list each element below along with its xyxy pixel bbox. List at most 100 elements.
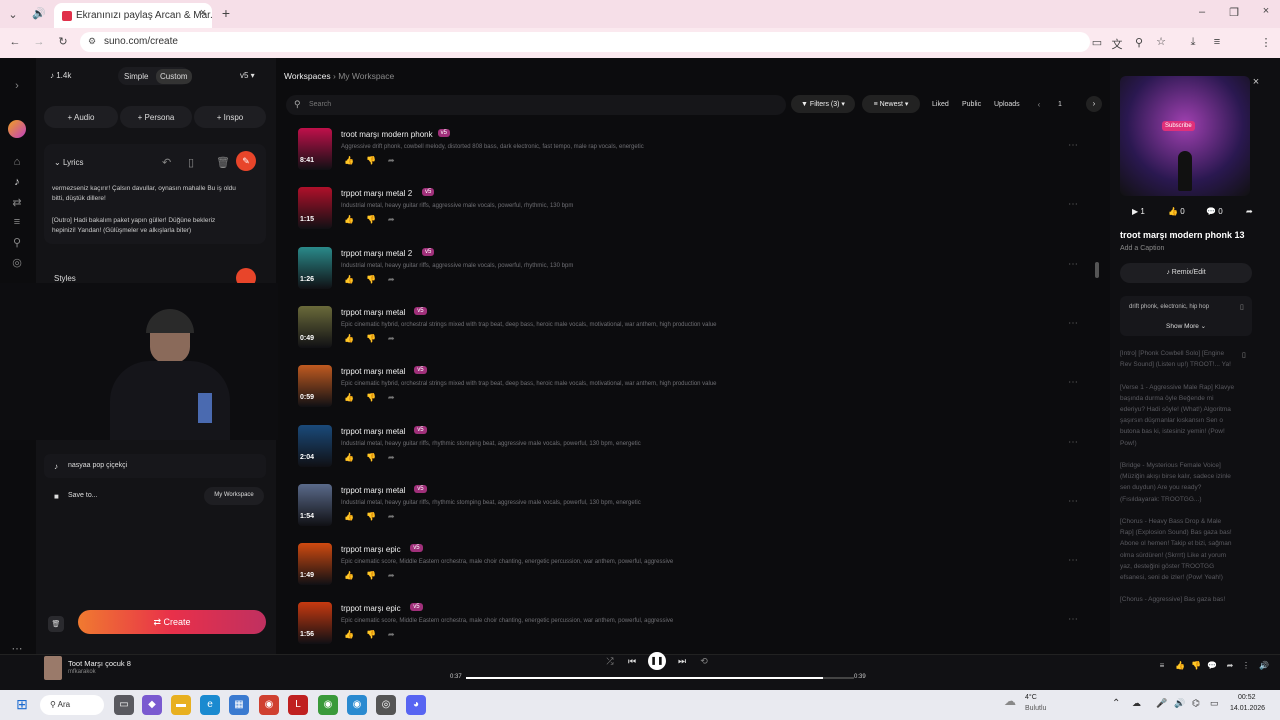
copy-tags-icon[interactable]: ▯ [1240, 303, 1244, 311]
now-playing-cover[interactable] [44, 656, 62, 680]
lyrics-header[interactable]: ⌄ Lyrics [54, 158, 84, 167]
song-row[interactable]: 2:04 trppot marşı metal v5 Industrial metal… [278, 424, 1078, 484]
likes-stat[interactable]: 👍 0 [1168, 207, 1185, 216]
song-row[interactable]: 8:41 troot marşı modern phonk v5 Aggressive… [278, 128, 1078, 187]
liked-filter[interactable]: Liked [932, 101, 949, 108]
chrome-profile-icon[interactable]: ◉ [318, 695, 338, 715]
song-actions[interactable]: 👍👎➦ [344, 156, 407, 165]
copy-lyrics-icon[interactable]: ▯ [1242, 351, 1246, 359]
song-title[interactable]: trppot marşı metal [341, 308, 405, 317]
zoom-icon[interactable]: ⚲ [1132, 36, 1146, 49]
song-row[interactable]: 0:59 trppot marşı metal v5 Epic cinematic h… [278, 365, 1078, 424]
clock-time[interactable]: 00:52 [1238, 694, 1256, 701]
install-icon[interactable]: ▭ [1090, 36, 1104, 49]
mode-simple[interactable]: Simple [124, 72, 148, 81]
translate-icon[interactable]: 文 [1110, 36, 1124, 52]
search-input[interactable]: ⚲ Search [286, 95, 786, 115]
clear-icon[interactable]: 🗑 [48, 616, 64, 632]
edge-icon[interactable]: e [200, 695, 220, 715]
app-l-icon[interactable]: L [288, 695, 308, 715]
song-title[interactable]: trppot marşı epic [341, 545, 401, 554]
song-row[interactable]: 1:15 trppot marşı metal 2 v5 Industrial met… [278, 187, 1078, 246]
next-page-icon[interactable]: › [1086, 96, 1102, 112]
dislike-icon[interactable]: 👎 [1190, 661, 1202, 670]
browser-tab[interactable]: Ekranınızı paylaş Arcan & Mar... [54, 3, 212, 28]
song-row[interactable]: 1:56 trppot marşı epic v5 Epic cinematic sc… [278, 602, 1078, 648]
song-more-icon[interactable]: ⋯ [1068, 555, 1078, 566]
weather-icon[interactable]: ☁ [1004, 694, 1024, 712]
now-playing-title[interactable]: Toot Marşı çocuk 8 [68, 659, 131, 668]
lyrics-text-1[interactable]: vermezseniz kaçırır! Çalsın davullar, oy… [52, 184, 238, 204]
repeat-icon[interactable]: ⟲ [698, 656, 710, 667]
like-icon[interactable]: 👍 [1174, 661, 1186, 670]
close-tab-icon[interactable]: × [198, 7, 208, 19]
song-more-icon[interactable]: ⋯ [1068, 614, 1078, 625]
add-caption[interactable]: Add a Caption [1120, 245, 1164, 252]
show-more[interactable]: Show More ⌄ [1166, 322, 1206, 330]
song-more-icon[interactable]: ⋯ [1068, 377, 1078, 388]
song-actions[interactable]: 👍👎➦ [344, 571, 407, 580]
delete-icon[interactable]: 🗑 [216, 156, 230, 169]
media-control-icon[interactable]: ≡ [1210, 36, 1224, 48]
song-more-icon[interactable]: ⋯ [1068, 199, 1078, 210]
song-title[interactable]: troot marşı modern phonk [341, 130, 433, 139]
version-select[interactable]: v5 ▾ [240, 71, 255, 80]
expand-rail-icon[interactable]: › [10, 80, 24, 92]
next-icon[interactable]: ⏭ [676, 656, 688, 667]
plays-stat[interactable]: ▶ 1 [1132, 207, 1145, 216]
song-more-icon[interactable]: ⋯ [1068, 140, 1078, 151]
discord-icon[interactable]: ◕ [406, 695, 426, 715]
workspace-select-button[interactable]: My Workspace [204, 487, 264, 505]
obs-icon[interactable]: ◎ [376, 695, 396, 715]
user-avatar[interactable] [8, 120, 26, 138]
song-actions[interactable]: 👍👎➦ [344, 275, 407, 284]
library-icon[interactable]: ≡ [10, 216, 24, 228]
notifications-icon[interactable]: ◎ [10, 256, 24, 269]
tray-cloud-icon[interactable]: ☁ [1132, 698, 1141, 709]
previous-icon[interactable]: ⏮ [626, 656, 638, 667]
now-playing-artist[interactable]: mfkarakok [68, 669, 96, 675]
pause-button[interactable]: ❚❚ [648, 652, 666, 670]
shuffle-icon[interactable]: ⤮ [604, 656, 616, 667]
tray-chevron-icon[interactable]: ⌃ [1112, 698, 1120, 709]
list-scrollbar[interactable] [1095, 262, 1099, 278]
song-actions[interactable]: 👍👎➦ [344, 512, 407, 521]
store-icon[interactable]: ▦ [229, 695, 249, 715]
undo-icon[interactable]: ↶ [162, 156, 171, 169]
search-nav-icon[interactable]: ⚲ [10, 236, 24, 249]
sort-button[interactable]: ≡ Newest ▾ [862, 95, 920, 113]
song-actions[interactable]: 👍👎➦ [344, 215, 407, 224]
taskbar-search[interactable]: ⚲ Ara [40, 695, 104, 715]
new-tab-icon[interactable]: + [220, 5, 232, 21]
filters-button[interactable]: ▼ Filters (3) ▾ [791, 95, 855, 113]
song-title[interactable]: trppot marşı metal 2 [341, 249, 412, 258]
network-icon[interactable]: ⌬ [1192, 698, 1200, 709]
close-window-icon[interactable]: × [1260, 5, 1272, 17]
mode-custom[interactable]: Custom [156, 69, 192, 84]
lyrics-text-2[interactable]: [Outro] Hadi bakalım paket yapın güller!… [52, 216, 238, 236]
site-info-icon[interactable]: ⚙ [88, 36, 96, 47]
microphone-icon[interactable]: 🎤 [1156, 698, 1167, 709]
uploads-filter[interactable]: Uploads [994, 101, 1020, 108]
create-button[interactable]: ⇄ Create [78, 610, 266, 634]
chrome-icon[interactable]: ◉ [259, 695, 279, 715]
song-title[interactable]: trppot marşı metal 2 [341, 189, 412, 198]
copilot-icon[interactable]: ◆ [142, 695, 162, 715]
remix-button[interactable]: ♪ Remix/Edit [1120, 263, 1252, 283]
add-audio-button[interactable]: + Audio [44, 106, 118, 128]
page-number[interactable]: 1 [1058, 101, 1062, 108]
song-more-icon[interactable]: ⋯ [1068, 437, 1078, 448]
prev-page-icon[interactable]: ‹ [1034, 100, 1044, 109]
breadcrumb-root[interactable]: Workspaces [284, 71, 331, 81]
song-actions[interactable]: 👍👎➦ [344, 630, 407, 639]
clock-date[interactable]: 14.01.2026 [1230, 705, 1265, 712]
styles-label[interactable]: Styles [54, 274, 76, 283]
magic-lyrics-icon[interactable]: ✎ [236, 151, 256, 171]
forward-icon[interactable]: → [32, 36, 46, 48]
queue-icon[interactable]: ≡ [1156, 661, 1168, 670]
progress-track[interactable] [466, 677, 854, 679]
chrome-active-icon[interactable]: ◉ [347, 695, 367, 715]
task-view-icon[interactable]: ▭ [114, 695, 134, 715]
bookmark-star-icon[interactable]: ☆ [1154, 35, 1168, 48]
volume-icon[interactable]: 🔊 [1258, 661, 1270, 670]
